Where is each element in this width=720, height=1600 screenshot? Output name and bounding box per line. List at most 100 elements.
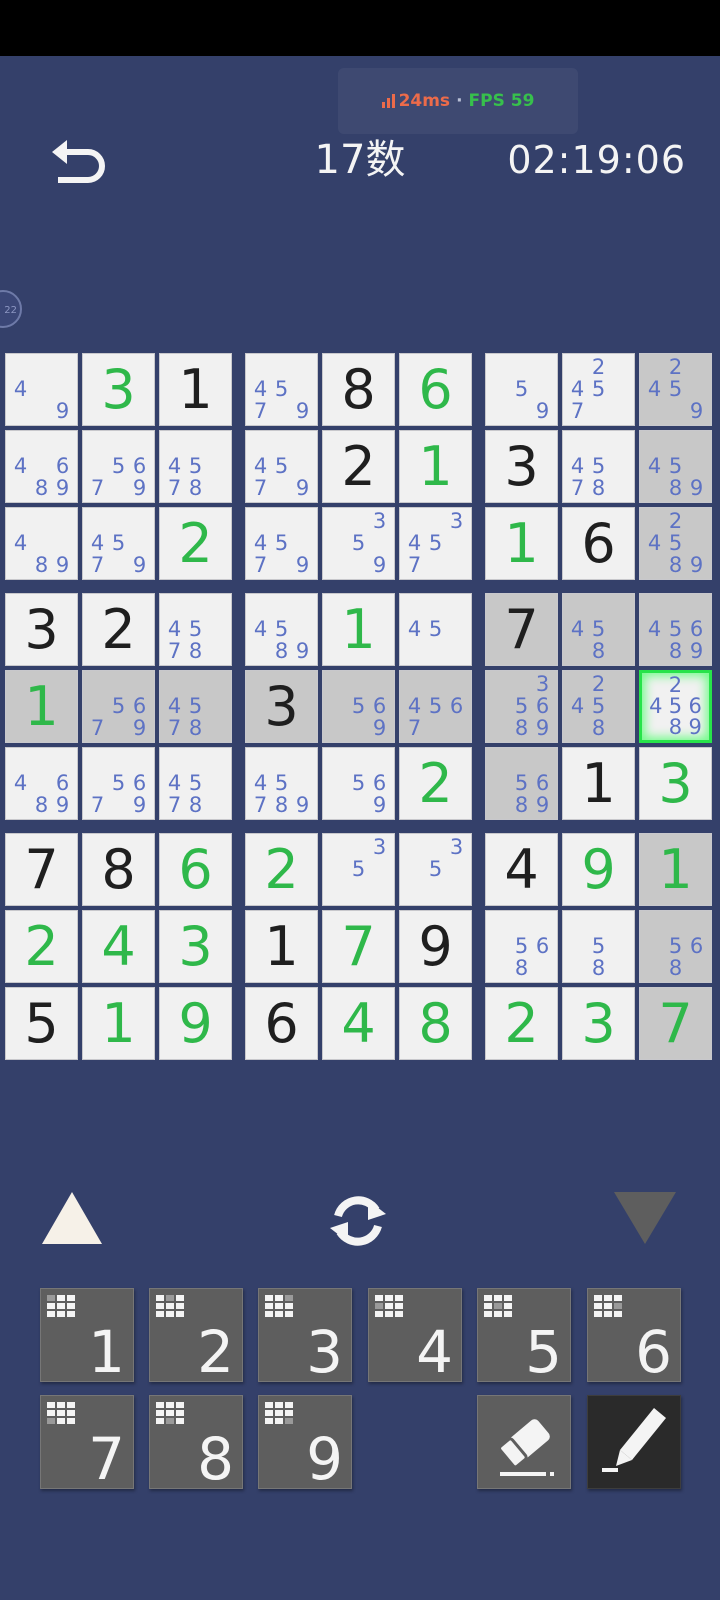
board-cell-r7c2[interactable]: 8 (82, 833, 155, 906)
board-cell-r1c7[interactable]: 59 (485, 353, 558, 426)
board-cell-r6c8[interactable]: 1 (562, 747, 635, 820)
board-cell-r1c8[interactable]: 2457 (562, 353, 635, 426)
board-cell-r5c7[interactable]: 35689 (485, 670, 558, 743)
board-cell-r5c3[interactable]: 4578 (159, 670, 232, 743)
digit-key-1[interactable]: 1 (40, 1288, 134, 1382)
board-cell-r1c9[interactable]: 2459 (639, 353, 712, 426)
board-cell-r1c5[interactable]: 8 (322, 353, 395, 426)
candidate-slot-3: 3 (449, 508, 464, 533)
board-cell-r3c5[interactable]: 359 (322, 507, 395, 580)
digit-key-4[interactable]: 4 (368, 1288, 462, 1382)
board-cell-r5c1[interactable]: 1 (5, 670, 78, 743)
board-cell-r8c5[interactable]: 7 (322, 910, 395, 983)
candidate-slot-8: 8 (514, 716, 529, 741)
swap-mode-button[interactable] (324, 1190, 392, 1252)
board-cell-r4c8[interactable]: 458 (562, 593, 635, 666)
board-cell-r9c3[interactable]: 9 (159, 987, 232, 1060)
board-cell-r8c4[interactable]: 1 (245, 910, 318, 983)
board-cell-r6c1[interactable]: 4 689 (5, 747, 78, 820)
board-cell-r8c3[interactable]: 3 (159, 910, 232, 983)
board-cell-r1c4[interactable]: 457 9 (245, 353, 318, 426)
board-cell-r4c6[interactable]: 45 (399, 593, 472, 666)
board-cell-r4c5[interactable]: 1 (322, 593, 395, 666)
board-cell-r2c5[interactable]: 2 (322, 430, 395, 503)
board-cell-r1c2[interactable]: 3 (82, 353, 155, 426)
board-cell-r2c9[interactable]: 4589 (639, 430, 712, 503)
given-digit: 7 (24, 837, 59, 901)
board-cell-r5c8[interactable]: 2458 (562, 670, 635, 743)
board-cell-r9c4[interactable]: 6 (245, 987, 318, 1060)
board-cell-r1c6[interactable]: 6 (399, 353, 472, 426)
board-cell-r1c1[interactable]: 49 (5, 353, 78, 426)
digit-key-6[interactable]: 6 (587, 1288, 681, 1382)
board-cell-r7c3[interactable]: 6 (159, 833, 232, 906)
board-cell-r8c9[interactable]: 568 (639, 910, 712, 983)
board-cell-r4c1[interactable]: 3 (5, 593, 78, 666)
board-cell-r9c5[interactable]: 4 (322, 987, 395, 1060)
board-cell-r7c9[interactable]: 1 (639, 833, 712, 906)
board-cell-r6c9[interactable]: 3 (639, 747, 712, 820)
board-cell-r4c3[interactable]: 4578 (159, 593, 232, 666)
board-cell-r3c8[interactable]: 6 (562, 507, 635, 580)
digit-key-7[interactable]: 7 (40, 1395, 134, 1489)
board-cell-r9c8[interactable]: 3 (562, 987, 635, 1060)
board-cell-r9c6[interactable]: 8 (399, 987, 472, 1060)
board-cell-r5c2[interactable]: 56 7 9 (82, 670, 155, 743)
digit-key-5[interactable]: 5 (477, 1288, 571, 1382)
board-cell-r8c6[interactable]: 9 (399, 910, 472, 983)
board-cell-r7c4[interactable]: 2 (245, 833, 318, 906)
board-cell-r4c4[interactable]: 4589 (245, 593, 318, 666)
board-cell-r6c6[interactable]: 2 (399, 747, 472, 820)
board-cell-r5c6[interactable]: 456 7 (399, 670, 472, 743)
board-cell-r8c1[interactable]: 2 (5, 910, 78, 983)
board-cell-r3c2[interactable]: 457 9 (82, 507, 155, 580)
board-cell-r2c2[interactable]: 56 7 9 (82, 430, 155, 503)
board-cell-r8c8[interactable]: 58 (562, 910, 635, 983)
board-cell-r6c7[interactable]: 5689 (485, 747, 558, 820)
previous-button[interactable] (40, 1190, 104, 1246)
board-cell-r5c4[interactable]: 3 (245, 670, 318, 743)
candidate-slot-3 (292, 596, 313, 618)
board-cell-r2c1[interactable]: 4 689 (5, 430, 78, 503)
board-cell-r5c9[interactable]: 245689 (639, 670, 712, 743)
board-cell-r8c2[interactable]: 4 (82, 910, 155, 983)
board-cell-r8c7[interactable]: 568 (485, 910, 558, 983)
board-cell-r7c5[interactable]: 35 (322, 833, 395, 906)
board-cell-r5c5[interactable]: 569 (322, 670, 395, 743)
board-cell-r9c7[interactable]: 2 (485, 987, 558, 1060)
board-cell-r9c2[interactable]: 1 (82, 987, 155, 1060)
board-cell-r6c2[interactable]: 56 7 9 (82, 747, 155, 820)
pencil-notes-button[interactable] (587, 1395, 681, 1489)
board-cell-r2c7[interactable]: 3 (485, 430, 558, 503)
board-cell-r7c7[interactable]: 4 (485, 833, 558, 906)
board-cell-r2c8[interactable]: 4578 (562, 430, 635, 503)
board-cell-r6c4[interactable]: 45789 (245, 747, 318, 820)
board-cell-r9c9[interactable]: 7 (639, 987, 712, 1060)
board-cell-r3c3[interactable]: 2 (159, 507, 232, 580)
board-cell-r6c3[interactable]: 4578 (159, 747, 232, 820)
digit-key-8[interactable]: 8 (149, 1395, 243, 1489)
board-cell-r1c3[interactable]: 1 (159, 353, 232, 426)
board-cell-r3c4[interactable]: 457 9 (245, 507, 318, 580)
board-cell-r9c1[interactable]: 5 (5, 987, 78, 1060)
board-cell-r3c1[interactable]: 489 (5, 507, 78, 580)
board-cell-r2c4[interactable]: 457 9 (245, 430, 318, 503)
digit-key-3[interactable]: 3 (258, 1288, 352, 1382)
board-cell-r2c6[interactable]: 1 (399, 430, 472, 503)
erase-button[interactable] (477, 1395, 571, 1489)
digit-key-9[interactable]: 9 (258, 1395, 352, 1489)
board-cell-r2c3[interactable]: 4578 (159, 430, 232, 503)
board-cell-r7c6[interactable]: 35 (399, 833, 472, 906)
next-button[interactable] (612, 1190, 678, 1246)
board-cell-r4c7[interactable]: 7 (485, 593, 558, 666)
board-cell-r7c1[interactable]: 7 (5, 833, 78, 906)
candidate-slot-9 (609, 641, 630, 663)
board-cell-r6c5[interactable]: 569 (322, 747, 395, 820)
board-cell-r4c2[interactable]: 2 (82, 593, 155, 666)
digit-key-2[interactable]: 2 (149, 1288, 243, 1382)
board-cell-r4c9[interactable]: 45689 (639, 593, 712, 666)
board-cell-r7c8[interactable]: 9 (562, 833, 635, 906)
board-cell-r3c6[interactable]: 3 457 (399, 507, 472, 580)
board-cell-r3c7[interactable]: 1 (485, 507, 558, 580)
board-cell-r3c9[interactable]: 24589 (639, 507, 712, 580)
